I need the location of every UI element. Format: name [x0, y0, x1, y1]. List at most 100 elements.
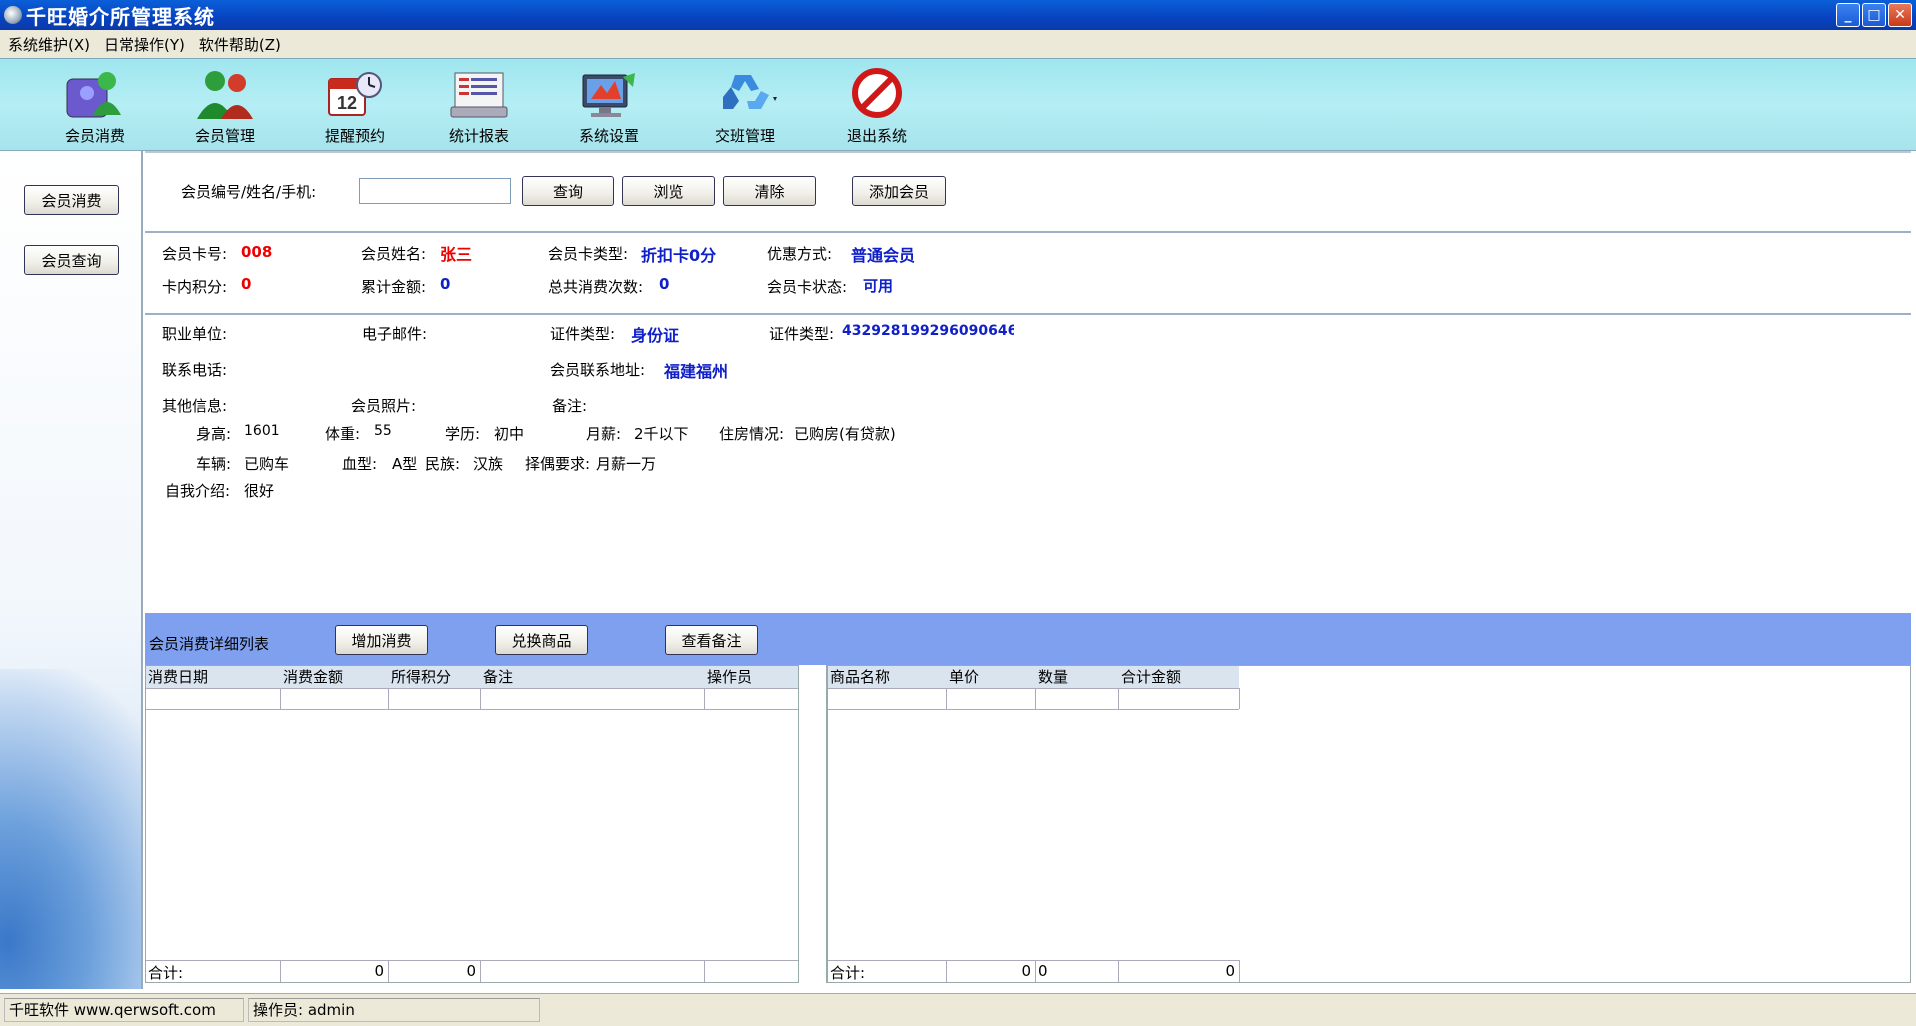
blood-type-value: A型 [392, 455, 418, 473]
card-no-label: 会员卡号: [162, 245, 228, 263]
toolbar-report-button[interactable]: 统计报表 [424, 65, 534, 146]
toolbar-label: 退出系统 [846, 127, 907, 145]
menu-bar: 系统维护(X) 日常操作(Y) 软件帮助(Z) [0, 30, 1916, 58]
salary-value: 2千以下 [634, 425, 689, 443]
status-operator: 操作员: admin [248, 998, 540, 1022]
weight-label: 体重: [325, 425, 361, 443]
close-icon[interactable]: ✕ [1888, 3, 1912, 27]
consume-records-table[interactable]: 消费日期 消费金额 所得积分 备注 操作员 合计: 0 0 [145, 665, 799, 983]
total-points-cell: 0 [466, 962, 476, 980]
mate-requirement-value: 月薪一万 [596, 455, 657, 473]
exchange-goods-button[interactable]: 兑换商品 [495, 625, 588, 655]
menu-system-maintenance[interactable]: 系统维护(X) [8, 34, 90, 55]
remark-label: 备注: [552, 397, 588, 415]
reminder-calendar-icon: 12 [323, 65, 387, 121]
work-label: 职业单位: [162, 325, 228, 343]
view-remark-button[interactable]: 查看备注 [665, 625, 758, 655]
sidebar-member-consume-button[interactable]: 会员消费 [24, 185, 119, 215]
main-window: 千旺婚介所管理系统 _ □ ✕ 系统维护(X) 日常操作(Y) 软件帮助(Z) … [0, 0, 1916, 1026]
minimize-icon[interactable]: _ [1836, 3, 1860, 27]
nation-value: 汉族 [473, 455, 504, 473]
member-summary-panel: 会员卡号: 008 会员姓名: 张三 会员卡类型: 折扣卡0分 优惠方式: 普通… [145, 231, 1911, 313]
maximize-icon[interactable]: □ [1862, 3, 1886, 27]
toolbar-member-manage-button[interactable]: 会员管理 [170, 65, 280, 146]
total-amount-cell: 0 [374, 962, 384, 980]
points-label: 卡内积分: [162, 278, 228, 296]
column-header[interactable]: 消费日期 [146, 666, 280, 688]
id-type-value: 身份证 [631, 326, 680, 345]
address-label: 会员联系地址: [550, 361, 646, 379]
column-header[interactable]: 所得积分 [389, 666, 480, 688]
title-bar: 千旺婚介所管理系统 _ □ ✕ [0, 0, 1916, 30]
total-label: 合计: [830, 964, 866, 982]
column-header[interactable]: 数量 [1036, 666, 1118, 688]
total-amount-label: 累计金额: [361, 278, 427, 296]
total-amount-value: 0 [440, 275, 451, 293]
table-header: 商品名称 单价 数量 合计金额 [828, 666, 1239, 688]
toolbar-reminder-button[interactable]: 12 提醒预约 [300, 65, 410, 146]
phone-label: 联系电话: [162, 361, 228, 379]
window-controls: _ □ ✕ [1836, 3, 1912, 27]
search-input[interactable] [359, 178, 511, 204]
total-label: 合计: [148, 964, 184, 982]
toolbar-shift-button[interactable]: 交班管理 [690, 65, 800, 146]
toolbar-label: 系统设置 [578, 127, 639, 145]
card-no-value: 008 [241, 243, 273, 261]
photo-label: 会员照片: [351, 397, 417, 415]
consume-list-bar: 会员消费详细列表 增加消费 兑换商品 查看备注 [145, 613, 1911, 665]
column-header[interactable]: 合计金额 [1119, 666, 1239, 688]
add-consume-button[interactable]: 增加消费 [335, 625, 428, 655]
toolbar-member-consume-button[interactable]: 会员消费 [40, 65, 150, 146]
total-price-cell: 0 [1021, 962, 1031, 980]
svg-text:12: 12 [337, 93, 357, 113]
menu-daily-operations[interactable]: 日常操作(Y) [104, 34, 185, 55]
column-header[interactable]: 单价 [947, 666, 1035, 688]
toolbar-exit-button[interactable]: 退出系统 [822, 65, 932, 146]
total-times-label: 总共消费次数: [548, 278, 644, 296]
id-no-label: 证件类型: [769, 325, 835, 343]
member-name-value: 张三 [440, 245, 473, 264]
card-type-value: 折扣卡0分 [641, 246, 717, 265]
sidebar-decoration [0, 669, 141, 989]
column-header[interactable]: 备注 [481, 666, 704, 688]
goods-table[interactable]: 商品名称 单价 数量 合计金额 合计: 0 0 0 [826, 665, 1911, 983]
add-member-button[interactable]: 添加会员 [852, 176, 946, 206]
total-times-value: 0 [659, 275, 670, 293]
total-sum-cell: 0 [1225, 962, 1235, 980]
card-status-value: 可用 [863, 277, 894, 295]
report-icon [447, 65, 511, 121]
car-value: 已购车 [244, 455, 290, 473]
member-name-label: 会员姓名: [361, 245, 427, 263]
status-company: 千旺软件 www.qerwsoft.com [4, 998, 244, 1022]
mate-requirement-label: 择偶要求: [525, 455, 591, 473]
column-header[interactable]: 消费金额 [281, 666, 388, 688]
car-label: 车辆: [196, 455, 232, 473]
clear-button[interactable]: 清除 [723, 176, 816, 206]
column-header[interactable]: 操作员 [705, 666, 798, 688]
education-label: 学历: [445, 425, 481, 443]
search-panel: 会员编号/姓名/手机: 查询 浏览 清除 添加会员 [145, 151, 1911, 231]
self-intro-value: 很好 [244, 482, 275, 500]
other-info-label: 其他信息: [162, 397, 228, 415]
sidebar-member-query-button[interactable]: 会员查询 [24, 245, 119, 275]
address-value: 福建福州 [664, 362, 729, 381]
table-header: 消费日期 消费金额 所得积分 备注 操作员 [146, 666, 798, 688]
consume-list-title: 会员消费详细列表 [149, 635, 270, 653]
toolbar-label: 统计报表 [448, 127, 509, 145]
member-manage-icon [193, 65, 257, 121]
toolbar-settings-button[interactable]: 系统设置 [554, 65, 664, 146]
menu-help[interactable]: 软件帮助(Z) [199, 34, 281, 55]
id-type-label: 证件类型: [550, 325, 616, 343]
id-no-value: 43292819929609064655 [842, 323, 1014, 339]
toolbar: 会员消费 会员管理 12 提醒预约 统计报表 系统设置 交班管理 退出系统 [0, 58, 1916, 151]
height-value: 1601 [244, 423, 280, 439]
main-content: 会员编号/姓名/手机: 查询 浏览 清除 添加会员 会员卡号: 008 会员姓名… [145, 151, 1916, 989]
browse-button[interactable]: 浏览 [622, 176, 715, 206]
height-label: 身高: [196, 425, 232, 443]
self-intro-label: 自我介绍: [165, 482, 231, 500]
toolbar-label: 会员管理 [194, 127, 255, 145]
column-header[interactable]: 商品名称 [828, 666, 946, 688]
weight-value: 55 [374, 423, 392, 439]
query-button[interactable]: 查询 [522, 176, 614, 206]
discount-value: 普通会员 [851, 246, 916, 265]
